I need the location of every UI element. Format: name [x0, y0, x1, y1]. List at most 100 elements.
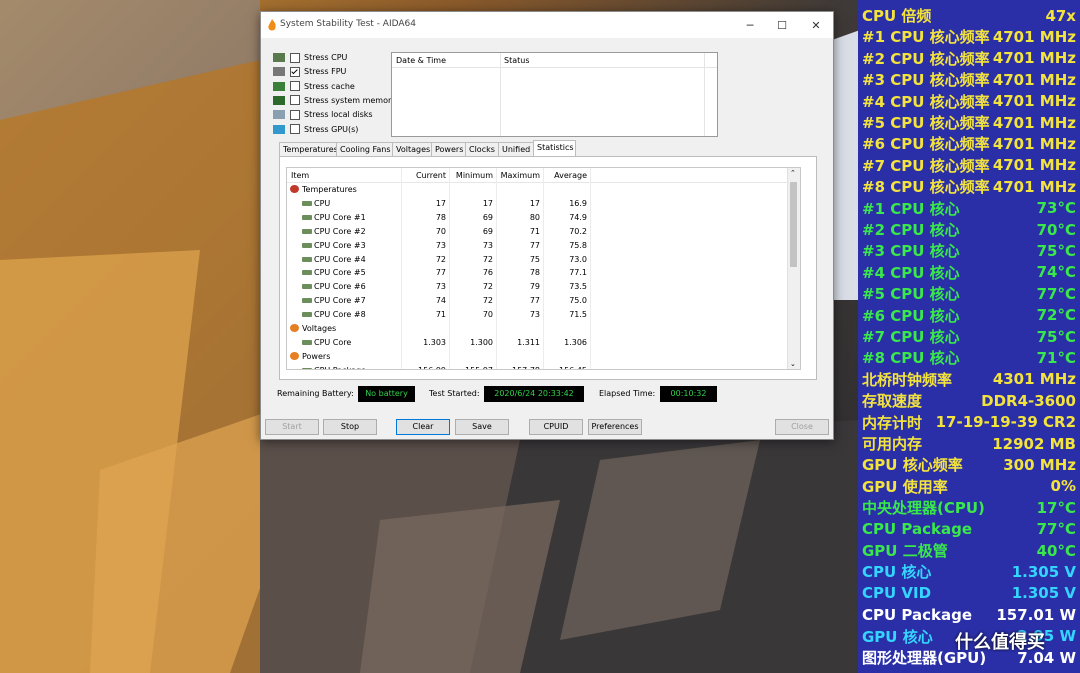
preferences-button[interactable]: Preferences: [588, 419, 642, 435]
table-row[interactable]: CPU Core #5 77 76 78 77.1: [287, 265, 786, 279]
row-maximum: 71: [529, 226, 540, 236]
row-current: 71: [435, 310, 446, 320]
osd-row: CPU 倍频 47x: [862, 5, 1076, 26]
row-minimum: 1.300: [470, 337, 493, 347]
close-button[interactable]: Close: [775, 419, 829, 435]
row-maximum: 79: [529, 282, 540, 292]
table-group-row[interactable]: Temperatures: [287, 182, 786, 196]
osd-value: 12902 MB: [992, 434, 1076, 453]
table-row[interactable]: CPU Core #6 73 72 79 73.5: [287, 279, 786, 293]
stress-checkbox[interactable]: [290, 109, 300, 120]
stress-option-4[interactable]: Stress local disks: [273, 108, 373, 121]
osd-value: 72°C: [1036, 306, 1076, 325]
cpu-chip-icon: [302, 367, 312, 369]
osd-label: CPU 倍频: [862, 7, 932, 25]
tab-cooling-fans[interactable]: Cooling Fans: [336, 142, 393, 157]
stress-checkbox[interactable]: [290, 52, 300, 63]
table-row[interactable]: CPU Core #8 71 70 73 71.5: [287, 307, 786, 321]
table-row[interactable]: CPU Core #3 73 73 77 75.8: [287, 238, 786, 252]
row-average: 74.9: [569, 212, 587, 222]
cpu-chip-icon: [302, 242, 312, 248]
stop-button[interactable]: Stop: [323, 419, 377, 435]
osd-label: GPU 核心频率: [862, 456, 963, 475]
col-current[interactable]: Current: [403, 171, 446, 180]
table-group-row[interactable]: Powers: [287, 349, 786, 363]
osd-label: #2 CPU 核心频率: [862, 49, 990, 68]
table-row[interactable]: CPU Core 1.303 1.300 1.311 1.306: [287, 335, 786, 349]
col-maximum[interactable]: Maximum: [497, 171, 540, 180]
tab-powers[interactable]: Powers: [431, 142, 466, 157]
stress-device-icon: [273, 95, 285, 105]
table-scrollbar[interactable]: ⌃ ⌄: [787, 168, 800, 369]
stress-checkbox[interactable]: [290, 81, 300, 92]
row-maximum: 77: [529, 296, 540, 306]
log-header: Date & Time Status: [392, 53, 717, 68]
cpu-chip-icon: [302, 339, 312, 345]
tab-voltages[interactable]: Voltages: [392, 142, 432, 157]
row-current: 17: [435, 198, 446, 208]
osd-label: CPU VID: [862, 584, 932, 603]
stress-option-5[interactable]: Stress GPU(s): [273, 123, 358, 136]
tab-clocks[interactable]: Clocks: [465, 142, 499, 157]
osd-label: #7 CPU 核心: [862, 328, 960, 346]
scroll-down-icon[interactable]: ⌄: [790, 360, 796, 368]
table-group-row[interactable]: Voltages: [287, 321, 786, 335]
osd-label: #8 CPU 核心频率: [862, 178, 990, 197]
row-minimum: 69: [482, 212, 493, 222]
statistics-table[interactable]: Item Current Minimum Maximum Average Tem…: [286, 167, 801, 370]
log-col-status[interactable]: Status: [504, 56, 530, 65]
osd-value: 75°C: [1036, 241, 1076, 260]
stress-option-3[interactable]: Stress system memory: [273, 94, 396, 107]
table-row[interactable]: CPU 17 17 17 16.9: [287, 196, 786, 210]
table-row[interactable]: CPU Core #1 78 69 80 74.9: [287, 210, 786, 224]
save-button[interactable]: Save: [455, 419, 509, 435]
table-row[interactable]: CPU Core #7 74 72 77 75.0: [287, 293, 786, 307]
tab-unified[interactable]: Unified: [498, 142, 534, 157]
log-col-datetime[interactable]: Date & Time: [396, 56, 446, 65]
col-average[interactable]: Average: [544, 171, 587, 180]
row-current: 74: [435, 296, 446, 306]
cpu-chip-icon: [302, 214, 312, 220]
stress-option-2[interactable]: Stress cache: [273, 80, 355, 93]
row-maximum: 78: [529, 268, 540, 278]
stress-option-label: Stress GPU(s): [304, 124, 359, 134]
col-item[interactable]: Item: [291, 171, 309, 180]
event-log[interactable]: Date & Time Status: [391, 52, 718, 137]
osd-value: 4701 MHz: [992, 156, 1076, 175]
table-row[interactable]: CPU Core #2 70 69 71 70.2: [287, 224, 786, 238]
stress-option-0[interactable]: Stress CPU: [273, 51, 347, 64]
row-minimum: 72: [482, 254, 493, 264]
osd-row: #7 CPU 核心 75°C: [862, 326, 1076, 347]
osd-label: #6 CPU 核心频率: [862, 135, 990, 154]
battery-value: No battery: [358, 386, 415, 402]
row-current: 1.303: [423, 337, 446, 347]
osd-row: CPU Package 77°C: [862, 519, 1076, 540]
table-row[interactable]: CPU Core #4 72 72 75 73.0: [287, 252, 786, 266]
osd-value: 4701 MHz: [992, 113, 1076, 132]
stress-checkbox[interactable]: [290, 66, 300, 77]
stress-checkbox[interactable]: [290, 124, 300, 134]
table-row[interactable]: CPU Package 156.99 155.97 157.78 156.45: [287, 363, 786, 369]
row-maximum: 1.311: [517, 337, 540, 347]
start-button[interactable]: Start: [265, 419, 319, 435]
col-minimum[interactable]: Minimum: [450, 171, 493, 180]
tab-temperatures[interactable]: Temperatures: [279, 142, 338, 157]
scrollbar-thumb[interactable]: [790, 182, 797, 267]
row-average: 156.45: [544, 366, 587, 369]
row-maximum: 157.78: [497, 366, 540, 369]
row-item: CPU Core #5: [314, 268, 366, 278]
clear-button[interactable]: Clear: [396, 419, 450, 435]
maximize-button[interactable]: ☐: [771, 16, 793, 34]
row-current: 73: [435, 282, 446, 292]
title-bar[interactable]: System Stability Test - AIDA64 ─ ☐ ✕: [261, 12, 833, 38]
scroll-up-icon[interactable]: ⌃: [790, 169, 796, 177]
close-window-button[interactable]: ✕: [805, 16, 827, 34]
minimize-button[interactable]: ─: [739, 16, 761, 34]
stress-option-1[interactable]: Stress FPU: [273, 65, 346, 78]
stress-checkbox[interactable]: [290, 95, 300, 106]
row-maximum: 75: [529, 254, 540, 264]
osd-value: 75°C: [1036, 327, 1076, 346]
cpuid-button[interactable]: CPUID: [529, 419, 583, 435]
row-maximum: 73: [529, 310, 540, 320]
osd-row: #5 CPU 核心频率 4701 MHz: [862, 112, 1076, 133]
